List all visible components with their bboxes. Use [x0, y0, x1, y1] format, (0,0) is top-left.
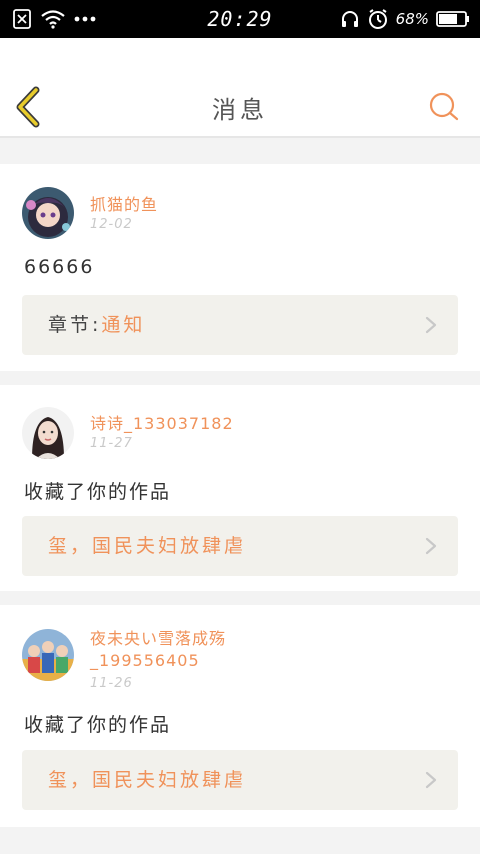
post-date: 12-02	[90, 217, 133, 232]
headphones-icon	[340, 9, 360, 29]
anime-avatar-image	[22, 187, 74, 239]
chevron-right-icon	[425, 316, 437, 334]
user-name[interactable]: 诗诗_133037182	[90, 413, 310, 435]
message-text: 66666	[24, 256, 95, 278]
link-prefix: 章节:	[48, 314, 102, 336]
chevron-right-icon	[425, 771, 437, 789]
search-button[interactable]	[428, 91, 460, 123]
link-label: 玺，国民夫妇放肆虐	[48, 516, 246, 576]
portrait-avatar-image	[22, 407, 74, 459]
chevron-right-icon	[425, 537, 437, 555]
status-bar: 20:29 68%	[0, 0, 480, 38]
work-link[interactable]: 玺，国民夫妇放肆虐	[22, 516, 458, 576]
link-title: 玺，国民夫妇放肆虐	[48, 535, 247, 557]
link-label: 玺，国民夫妇放肆虐	[48, 750, 246, 810]
header: 消息	[0, 38, 480, 138]
link-title: 玺，国民夫妇放肆虐	[48, 769, 247, 791]
user-name[interactable]: 夜未央い雪落成殇_199556405	[90, 628, 250, 672]
link-title: 通知	[101, 314, 146, 336]
post-date: 11-26	[90, 676, 133, 691]
alarm-clock-icon	[367, 8, 389, 30]
message-card: 抓猫的鱼 12-02 66666 章节:通知	[0, 164, 480, 371]
page-title: 消息	[212, 96, 268, 124]
work-link[interactable]: 玺，国民夫妇放肆虐	[22, 750, 458, 810]
avatar[interactable]	[22, 407, 74, 459]
avatar[interactable]	[22, 187, 74, 239]
message-text: 收藏了你的作品	[24, 481, 172, 503]
link-label: 章节:通知	[48, 295, 145, 355]
group-photo-avatar-image	[22, 629, 74, 681]
message-card: 诗诗_133037182 11-27 收藏了你的作品 玺，国民夫妇放肆虐	[0, 385, 480, 591]
battery-percent: 68%	[395, 10, 429, 28]
search-icon	[429, 92, 459, 121]
post-date: 11-27	[90, 436, 133, 451]
user-name[interactable]: 抓猫的鱼	[90, 194, 310, 216]
chapter-link[interactable]: 章节:通知	[22, 295, 458, 355]
battery-icon	[436, 9, 470, 29]
status-right-icons: 68%	[340, 0, 470, 38]
avatar[interactable]	[22, 629, 74, 681]
message-card: 夜未央い雪落成殇_199556405 11-26 收藏了你的作品 玺，国民夫妇放…	[0, 605, 480, 827]
message-text: 收藏了你的作品	[24, 714, 172, 736]
